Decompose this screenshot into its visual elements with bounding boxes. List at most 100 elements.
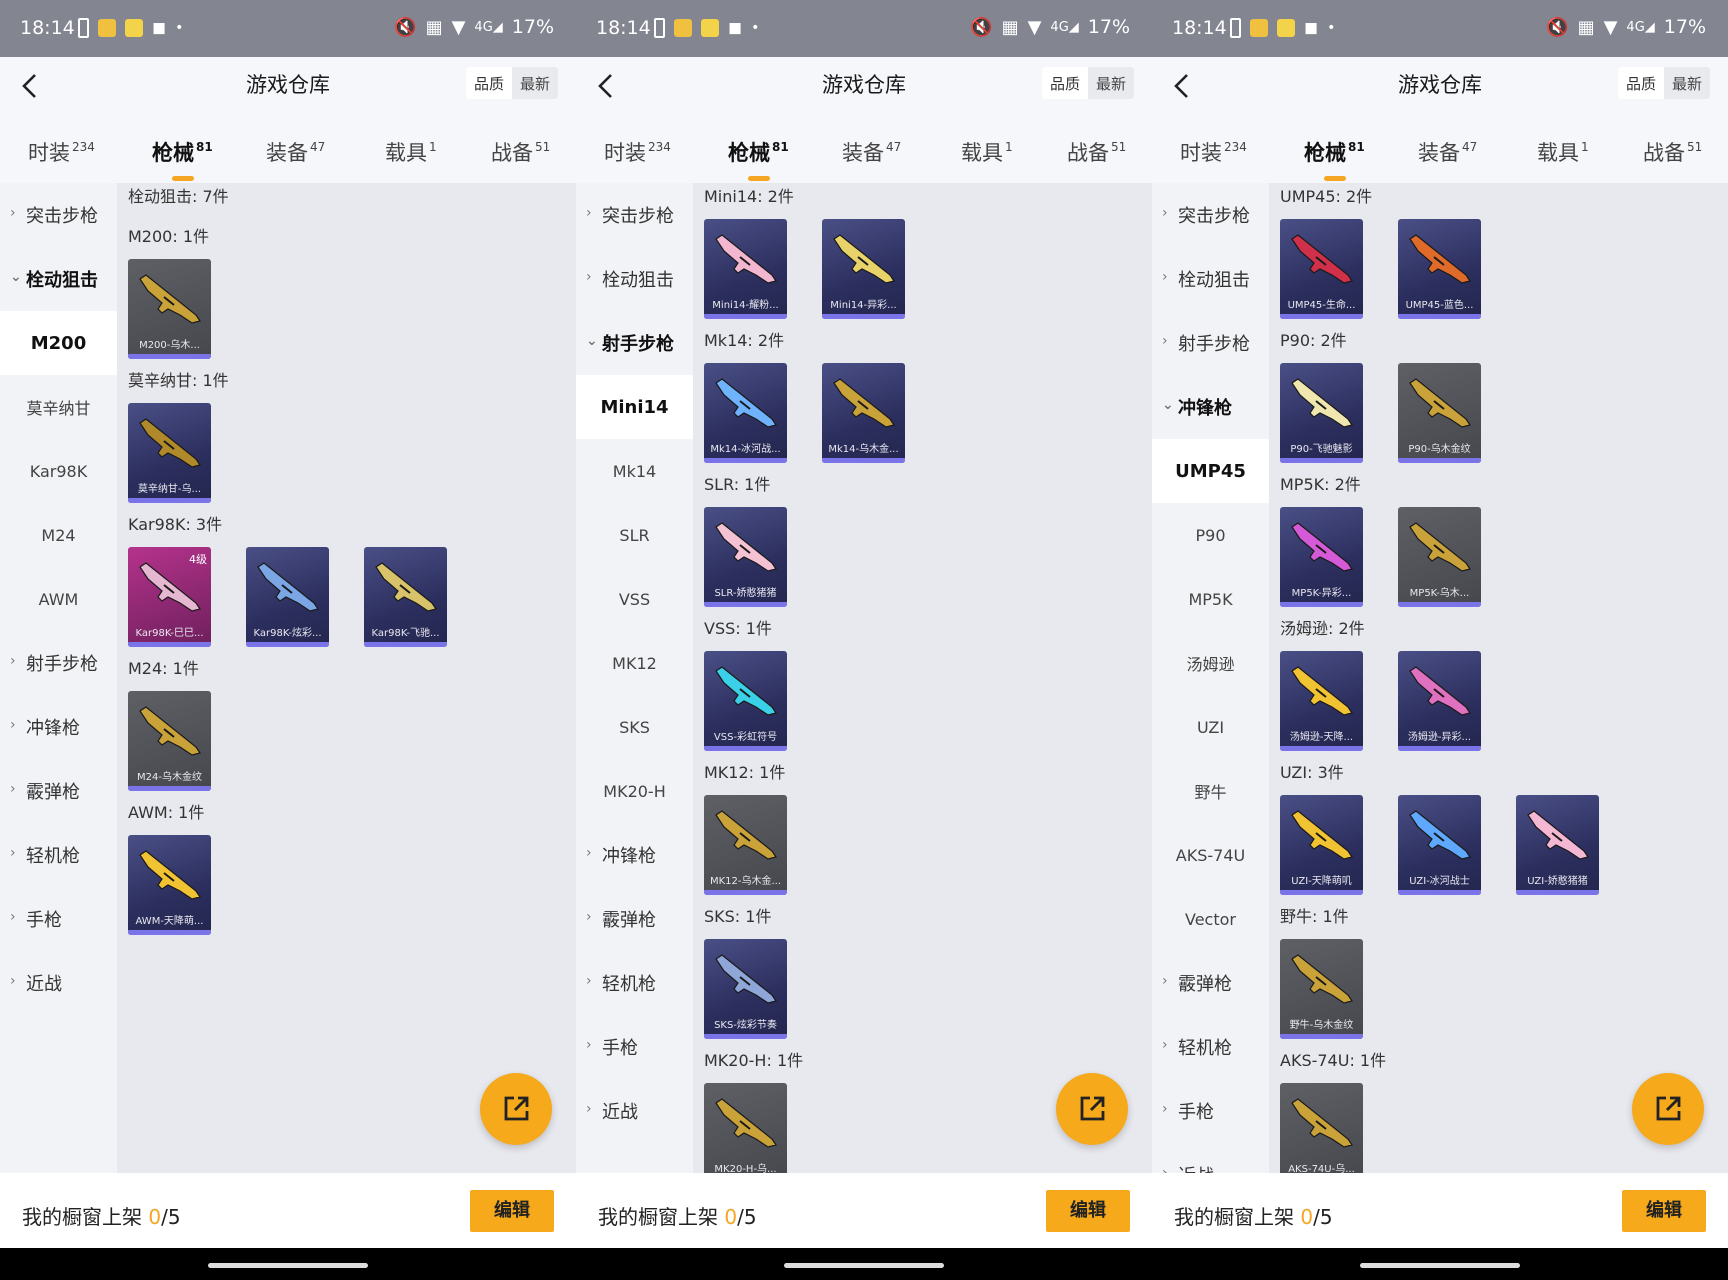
- tab-4[interactable]: 战备 51: [1067, 137, 1126, 167]
- tab-4[interactable]: 战备 51: [1643, 137, 1702, 167]
- sidebar-item[interactable]: › 冲锋枪: [0, 695, 117, 759]
- weapon-card[interactable]: 4级 Kar98K-巳巳...: [128, 547, 211, 647]
- sort-latest-button[interactable]: 最新: [1088, 67, 1134, 99]
- weapon-card[interactable]: P90-乌木金纹: [1398, 363, 1481, 463]
- sidebar-item[interactable]: › 栓动狙击: [1152, 247, 1269, 311]
- sidebar-item[interactable]: › 突击步枪: [1152, 183, 1269, 247]
- sidebar-item[interactable]: › 手枪: [0, 887, 117, 951]
- weapon-card[interactable]: VSS-彩虹符号: [704, 651, 787, 751]
- tab-0[interactable]: 时装 234: [1180, 137, 1247, 167]
- sidebar-item[interactable]: MK12: [576, 631, 693, 695]
- weapon-card[interactable]: M200-乌木...: [128, 259, 211, 359]
- sidebar-item[interactable]: AKS-74U: [1152, 823, 1269, 887]
- home-gesture-pill[interactable]: [784, 1263, 944, 1268]
- sidebar-item[interactable]: ⌄ 栓动狙击: [0, 247, 117, 311]
- edit-button[interactable]: 编辑: [1046, 1190, 1130, 1232]
- weapon-card[interactable]: MK12-乌木金...: [704, 795, 787, 895]
- tab-2[interactable]: 装备 47: [1418, 137, 1477, 167]
- tab-2[interactable]: 装备 47: [842, 137, 901, 167]
- tab-1[interactable]: 枪械 81: [728, 137, 789, 181]
- tab-4[interactable]: 战备 51: [491, 137, 550, 167]
- sidebar-item[interactable]: › 霰弹枪: [0, 759, 117, 823]
- sidebar-item[interactable]: UMP45: [1152, 439, 1269, 503]
- sidebar-item[interactable]: Kar98K: [0, 439, 117, 503]
- tab-2[interactable]: 装备 47: [266, 137, 325, 167]
- tab-0[interactable]: 时装 234: [28, 137, 95, 167]
- sidebar-item[interactable]: M24: [0, 503, 117, 567]
- tab-1[interactable]: 枪械 81: [152, 137, 213, 181]
- sort-latest-button[interactable]: 最新: [1664, 67, 1710, 99]
- sidebar-item[interactable]: UZI: [1152, 695, 1269, 759]
- weapon-card[interactable]: UMP45-生命...: [1280, 219, 1363, 319]
- sort-latest-button[interactable]: 最新: [512, 67, 558, 99]
- weapon-card[interactable]: UZI-天降萌叽: [1280, 795, 1363, 895]
- share-button[interactable]: [480, 1073, 552, 1145]
- weapon-card[interactable]: MP5K-乌木...: [1398, 507, 1481, 607]
- weapon-card[interactable]: UZI-冰河战士: [1398, 795, 1481, 895]
- weapon-card[interactable]: MK20-H-乌...: [704, 1083, 787, 1173]
- sidebar-item[interactable]: MK20-H: [576, 759, 693, 823]
- sidebar-item[interactable]: › 霰弹枪: [576, 887, 693, 951]
- tab-1[interactable]: 枪械 81: [1304, 137, 1365, 181]
- sidebar-item[interactable]: › 冲锋枪: [576, 823, 693, 887]
- sidebar-item[interactable]: › 近战: [0, 951, 117, 1015]
- weapon-card[interactable]: SLR-娇憨猪猪: [704, 507, 787, 607]
- sidebar-item[interactable]: P90: [1152, 503, 1269, 567]
- share-button[interactable]: [1632, 1073, 1704, 1145]
- sidebar-item[interactable]: M200: [0, 311, 117, 375]
- sidebar-item[interactable]: 汤姆逊: [1152, 631, 1269, 695]
- sort-quality-button[interactable]: 品质: [1041, 67, 1088, 99]
- sidebar-item[interactable]: › 轻机枪: [576, 951, 693, 1015]
- weapon-card[interactable]: Mk14-乌木金...: [822, 363, 905, 463]
- sidebar-item[interactable]: Vector: [1152, 887, 1269, 951]
- sort-quality-button[interactable]: 品质: [1617, 67, 1664, 99]
- sidebar-item[interactable]: Mini14: [576, 375, 693, 439]
- weapon-card[interactable]: Mini14-异彩...: [822, 219, 905, 319]
- weapon-card[interactable]: AKS-74U-乌...: [1280, 1083, 1363, 1173]
- weapon-card[interactable]: 汤姆逊-天降...: [1280, 651, 1363, 751]
- weapon-card[interactable]: M24-乌木金纹: [128, 691, 211, 791]
- sidebar-item[interactable]: › 近战: [576, 1079, 693, 1143]
- sidebar-item[interactable]: ⌄ 射手步枪: [576, 311, 693, 375]
- sidebar-item[interactable]: SLR: [576, 503, 693, 567]
- edit-button[interactable]: 编辑: [470, 1190, 554, 1232]
- sidebar-item[interactable]: MP5K: [1152, 567, 1269, 631]
- home-gesture-pill[interactable]: [1360, 1263, 1520, 1268]
- sidebar-item[interactable]: ⌄ 冲锋枪: [1152, 375, 1269, 439]
- tab-0[interactable]: 时装 234: [604, 137, 671, 167]
- share-button[interactable]: [1056, 1073, 1128, 1145]
- sidebar-item[interactable]: › 手枪: [1152, 1079, 1269, 1143]
- weapon-card[interactable]: Mk14-冰河战...: [704, 363, 787, 463]
- sidebar-item[interactable]: › 射手步枪: [0, 631, 117, 695]
- weapon-card[interactable]: 野牛-乌木金纹: [1280, 939, 1363, 1039]
- tab-3[interactable]: 载具 1: [385, 137, 437, 167]
- sidebar-item[interactable]: AWM: [0, 567, 117, 631]
- sidebar-item[interactable]: › 射手步枪: [1152, 311, 1269, 375]
- sidebar-item[interactable]: › 突击步枪: [576, 183, 693, 247]
- sort-quality-button[interactable]: 品质: [465, 67, 512, 99]
- sidebar-item[interactable]: VSS: [576, 567, 693, 631]
- sidebar-item[interactable]: SKS: [576, 695, 693, 759]
- home-gesture-pill[interactable]: [208, 1263, 368, 1268]
- weapon-card[interactable]: UMP45-蓝色...: [1398, 219, 1481, 319]
- sidebar-item[interactable]: › 轻机枪: [1152, 1015, 1269, 1079]
- sidebar-item[interactable]: 莫辛纳甘: [0, 375, 117, 439]
- weapon-card[interactable]: P90-飞驰魅影: [1280, 363, 1363, 463]
- weapon-card[interactable]: 莫辛纳甘-乌...: [128, 403, 211, 503]
- tab-3[interactable]: 载具 1: [961, 137, 1013, 167]
- weapon-card[interactable]: UZI-娇憨猪猪: [1516, 795, 1599, 895]
- sidebar-item[interactable]: › 突击步枪: [0, 183, 117, 247]
- weapon-card[interactable]: 汤姆逊-异彩...: [1398, 651, 1481, 751]
- weapon-card[interactable]: Mini14-耀粉...: [704, 219, 787, 319]
- sidebar-item[interactable]: › 栓动狙击: [576, 247, 693, 311]
- sidebar-item[interactable]: › 手枪: [576, 1015, 693, 1079]
- tab-3[interactable]: 载具 1: [1537, 137, 1589, 167]
- weapon-card[interactable]: Kar98K-飞驰...: [364, 547, 447, 647]
- weapon-card[interactable]: Kar98K-炫彩...: [246, 547, 329, 647]
- sidebar-item[interactable]: Mk14: [576, 439, 693, 503]
- weapon-card[interactable]: SKS-炫彩节奏: [704, 939, 787, 1039]
- weapon-card[interactable]: MP5K-异彩...: [1280, 507, 1363, 607]
- edit-button[interactable]: 编辑: [1622, 1190, 1706, 1232]
- sidebar-item[interactable]: › 霰弹枪: [1152, 951, 1269, 1015]
- sidebar-item[interactable]: 野牛: [1152, 759, 1269, 823]
